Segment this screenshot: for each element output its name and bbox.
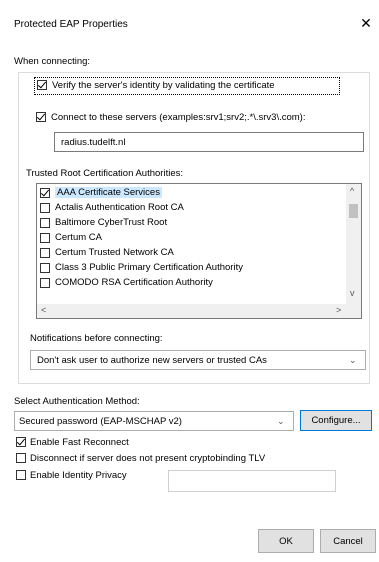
trusted-root-ca-heading: Trusted Root Certification Authorities:	[26, 168, 183, 179]
disconnect-tlv-checkbox[interactable]	[16, 453, 26, 463]
root-ca-checkbox[interactable]	[40, 278, 50, 288]
verify-server-option[interactable]: Verify the server's identity by validati…	[34, 77, 340, 95]
cancel-button-label: Cancel	[333, 536, 363, 547]
root-ca-label: Actalis Authentication Root CA	[55, 202, 184, 213]
ok-button[interactable]: OK	[258, 529, 314, 553]
scroll-up-icon[interactable]: ^	[350, 186, 354, 196]
root-ca-list-item[interactable]: COMODO RSA Certification Authority	[40, 276, 340, 290]
root-ca-checkbox[interactable]	[40, 248, 50, 258]
connect-servers-option[interactable]: Connect to these servers (examples:srv1;…	[34, 111, 364, 125]
root-ca-list-item[interactable]: Actalis Authentication Root CA	[40, 201, 340, 215]
root-ca-checkbox[interactable]	[40, 218, 50, 228]
verify-server-label: Verify the server's identity by validati…	[52, 80, 275, 91]
cancel-button[interactable]: Cancel	[320, 529, 376, 553]
root-ca-label: AAA Certificate Services	[55, 187, 162, 198]
root-ca-checkbox[interactable]	[40, 203, 50, 213]
fast-reconnect-label: Enable Fast Reconnect	[30, 437, 129, 448]
protected-eap-properties-dialog: Protected EAP Properties ✕ When connecti…	[0, 0, 379, 562]
auth-method-heading: Select Authentication Method:	[14, 396, 140, 407]
disconnect-tlv-option[interactable]: Disconnect if server does not present cr…	[14, 451, 364, 465]
root-ca-label: Class 3 Public Primary Certification Aut…	[55, 262, 243, 273]
title-bar: Protected EAP Properties ✕	[0, 0, 379, 42]
chevron-down-icon: ⌄	[277, 416, 285, 426]
configure-button-label: Configure...	[311, 415, 361, 426]
close-icon[interactable]: ✕	[357, 14, 375, 32]
root-ca-label: Baltimore CyberTrust Root	[55, 217, 168, 228]
configure-button[interactable]: Configure...	[300, 410, 372, 431]
root-ca-label: Certum CA	[55, 232, 102, 243]
scroll-down-icon[interactable]: v	[350, 288, 355, 298]
root-ca-label: Certum Trusted Network CA	[55, 247, 174, 258]
connect-servers-checkbox[interactable]	[36, 112, 46, 122]
notifications-selected: Don't ask user to authorize new servers …	[37, 355, 267, 366]
identity-privacy-label: Enable Identity Privacy	[30, 470, 127, 481]
root-ca-list-item[interactable]: Class 3 Public Primary Certification Aut…	[40, 261, 340, 275]
scroll-left-icon[interactable]: <	[41, 305, 46, 315]
root-ca-list-item[interactable]: Certum Trusted Network CA	[40, 246, 340, 260]
auth-method-selected: Secured password (EAP-MSCHAP v2)	[19, 416, 182, 427]
root-ca-checkbox[interactable]	[40, 188, 50, 198]
auth-method-dropdown[interactable]: Secured password (EAP-MSCHAP v2) ⌄	[14, 411, 294, 431]
identity-privacy-checkbox[interactable]	[16, 470, 26, 480]
root-ca-list-item[interactable]: Certum CA	[40, 231, 340, 245]
scroll-right-icon[interactable]: >	[336, 305, 341, 315]
root-ca-listbox[interactable]: AAA Certificate Services Actalis Authenti…	[36, 183, 362, 319]
when-connecting-heading: When connecting:	[14, 56, 91, 67]
fast-reconnect-checkbox[interactable]	[16, 437, 26, 447]
notifications-dropdown[interactable]: Don't ask user to authorize new servers …	[30, 350, 366, 370]
disconnect-tlv-label: Disconnect if server does not present cr…	[30, 453, 266, 464]
chevron-down-icon: ⌄	[349, 355, 357, 365]
root-ca-checkbox[interactable]	[40, 263, 50, 273]
scrollbar-thumb[interactable]	[349, 204, 358, 218]
identity-privacy-input[interactable]	[168, 470, 336, 492]
root-ca-list-item[interactable]: AAA Certificate Services	[40, 186, 340, 200]
root-ca-list-item[interactable]: Baltimore CyberTrust Root	[40, 216, 340, 230]
ok-button-label: OK	[279, 536, 293, 547]
horizontal-scrollbar[interactable]: < >	[37, 304, 361, 318]
fast-reconnect-option[interactable]: Enable Fast Reconnect	[14, 435, 214, 449]
connect-servers-label: Connect to these servers (examples:srv1;…	[51, 112, 306, 123]
notifications-heading: Notifications before connecting:	[30, 333, 163, 344]
vertical-scrollbar[interactable]: ^ v	[346, 184, 361, 304]
root-ca-label: COMODO RSA Certification Authority	[55, 277, 213, 288]
root-ca-checkbox[interactable]	[40, 233, 50, 243]
verify-server-checkbox[interactable]	[37, 80, 47, 90]
window-title: Protected EAP Properties	[14, 19, 128, 30]
identity-privacy-option[interactable]: Enable Identity Privacy	[14, 468, 164, 482]
root-ca-items: AAA Certificate Services Actalis Authenti…	[37, 186, 347, 302]
servers-input[interactable]	[54, 132, 364, 152]
